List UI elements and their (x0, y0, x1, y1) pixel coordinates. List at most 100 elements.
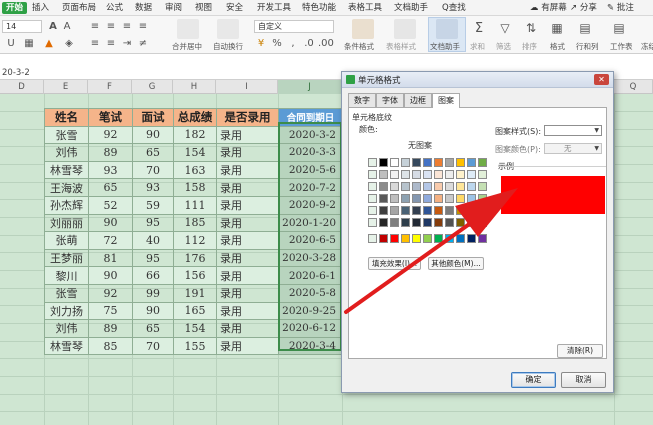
dialog-titlebar[interactable]: 单元格格式 ✕ (342, 72, 613, 88)
fill-effects-button[interactable]: 填充效果(I)... (368, 257, 421, 270)
table-cell[interactable]: 王海波 (44, 178, 89, 197)
table-cell[interactable]: 112 (173, 231, 217, 250)
table-cell[interactable]: 90 (132, 301, 174, 321)
color-swatch[interactable] (423, 234, 432, 243)
table-cell[interactable]: 黎川 (44, 266, 89, 285)
color-swatch[interactable] (390, 158, 399, 167)
column-header-j[interactable]: J (278, 80, 342, 94)
column-header-q[interactable]: Q (614, 80, 653, 94)
color-swatch[interactable] (467, 158, 476, 167)
color-swatch[interactable] (412, 234, 421, 243)
table-cell[interactable]: 录用 (216, 160, 279, 180)
border-icon[interactable]: ▦ (22, 37, 36, 50)
color-swatch[interactable] (478, 206, 487, 215)
color-swatch[interactable] (456, 170, 465, 179)
menu-page-layout[interactable]: 页面布局 (62, 2, 96, 14)
color-swatch[interactable] (478, 182, 487, 191)
color-swatch[interactable] (434, 194, 443, 203)
color-swatch[interactable] (467, 234, 476, 243)
indent-icon[interactable]: ⇥ (120, 37, 134, 50)
align-center-icon[interactable]: ≡ (88, 37, 102, 50)
table-cell[interactable]: 111 (173, 195, 217, 215)
table-cell[interactable]: 158 (173, 178, 217, 197)
color-swatch[interactable] (478, 234, 487, 243)
color-swatch[interactable] (368, 234, 377, 243)
table-cell[interactable]: 155 (173, 336, 217, 356)
header-cell[interactable]: 是否录用 (216, 108, 279, 127)
table-cell[interactable]: 191 (173, 283, 217, 303)
table-cell[interactable]: 65 (132, 143, 174, 162)
share-button[interactable]: ↗ 分享 (570, 2, 597, 14)
color-swatch[interactable] (434, 170, 443, 179)
color-swatch[interactable] (412, 170, 421, 179)
color-swatch[interactable] (423, 182, 432, 191)
table-cell[interactable]: 89 (88, 143, 133, 162)
align-bottom-icon[interactable]: ≡ (120, 20, 134, 33)
color-swatch[interactable] (456, 182, 465, 191)
table-cell[interactable]: 95 (132, 213, 174, 233)
table-cell[interactable]: 刘伟 (44, 143, 89, 162)
menu-security[interactable]: 安全 (226, 2, 243, 14)
menu-review[interactable]: 审阅 (165, 2, 182, 14)
filter-icon[interactable]: ▽ (498, 22, 512, 35)
color-swatch[interactable] (401, 234, 410, 243)
column-header-f[interactable]: F (88, 80, 132, 94)
color-swatch[interactable] (401, 218, 410, 227)
table-cell[interactable]: 52 (88, 195, 133, 215)
tab-pattern[interactable]: 图案 (432, 93, 460, 108)
no-pattern-option[interactable]: 无图案 (408, 140, 432, 151)
sum-icon[interactable]: Σ (472, 22, 486, 35)
distribute-icon[interactable]: ≠ (136, 37, 150, 50)
color-swatch[interactable] (368, 158, 377, 167)
color-swatch[interactable] (390, 234, 399, 243)
color-swatch[interactable] (445, 234, 454, 243)
color-swatch[interactable] (368, 194, 377, 203)
table-cell[interactable]: 录用 (216, 231, 279, 250)
color-swatch[interactable] (456, 194, 465, 203)
color-swatch[interactable] (467, 218, 476, 227)
color-swatch[interactable] (478, 194, 487, 203)
color-swatch[interactable] (379, 194, 388, 203)
more-colors-button[interactable]: 其他颜色(M)... (428, 257, 484, 270)
color-swatch[interactable] (434, 218, 443, 227)
table-cell[interactable]: 65 (132, 319, 174, 338)
color-swatch[interactable] (445, 182, 454, 191)
color-swatch[interactable] (467, 170, 476, 179)
color-swatch[interactable] (423, 206, 432, 215)
color-swatch[interactable] (401, 170, 410, 179)
table-cell[interactable]: 2020-5-8 (278, 283, 343, 303)
color-swatch[interactable] (423, 158, 432, 167)
table-cell[interactable]: 85 (88, 336, 133, 356)
table-cell[interactable]: 40 (132, 231, 174, 250)
cancel-button[interactable]: 取消 (561, 372, 606, 388)
close-icon[interactable]: ✕ (594, 74, 609, 85)
table-cell[interactable]: 70 (132, 160, 174, 180)
table-cell[interactable]: 张萌 (44, 231, 89, 250)
menu-insert[interactable]: 插入 (32, 2, 49, 14)
tab-number[interactable]: 数字 (348, 93, 376, 107)
table-cell[interactable]: 刘力扬 (44, 301, 89, 321)
color-swatch[interactable] (390, 206, 399, 215)
table-cell[interactable]: 2020-3-2 (278, 125, 343, 145)
color-swatch[interactable] (390, 182, 399, 191)
color-swatch[interactable] (379, 218, 388, 227)
comment-button[interactable]: ✎ 批注 (607, 2, 634, 14)
pattern-style-dropdown[interactable]: ▼ (544, 125, 602, 136)
menu-view[interactable]: 视图 (195, 2, 212, 14)
currency-icon[interactable]: ¥ (254, 37, 268, 50)
decimal-decrease-icon[interactable]: .00 (318, 37, 334, 50)
worksheet-icon[interactable]: ▤ (612, 22, 626, 35)
table-cell[interactable]: 王梦丽 (44, 248, 89, 268)
conditional-format-icon[interactable] (352, 19, 374, 39)
table-cell[interactable]: 93 (132, 178, 174, 197)
align-middle-icon[interactable]: ≡ (104, 20, 118, 33)
column-header-h[interactable]: H (173, 80, 216, 94)
menu-doc-assistant[interactable]: 文档助手 (394, 2, 428, 14)
color-swatch[interactable] (478, 170, 487, 179)
table-cell[interactable]: 163 (173, 160, 217, 180)
color-swatch[interactable] (456, 218, 465, 227)
eraser-icon[interactable]: ◈ (62, 37, 76, 50)
color-swatch[interactable] (401, 182, 410, 191)
table-cell[interactable]: 182 (173, 125, 217, 145)
table-cell[interactable]: 92 (88, 283, 133, 303)
